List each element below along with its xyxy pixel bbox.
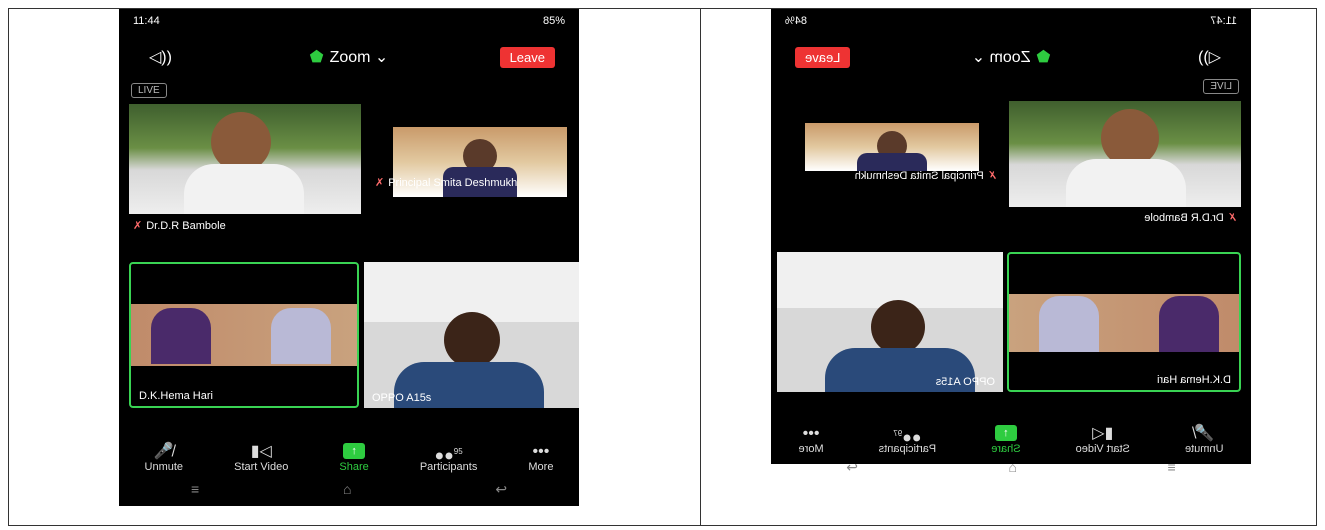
share-button[interactable]: ↑ Share: [991, 425, 1021, 455]
video-off-icon: ▮◁: [250, 443, 272, 460]
mic-muted-icon: ✗: [133, 220, 143, 232]
back-icon[interactable]: ↩: [495, 481, 507, 498]
mic-muted-icon: 🎤̸: [153, 443, 174, 460]
more-button[interactable]: ••• More: [528, 443, 553, 473]
chevron-down-icon: ⌄: [370, 49, 389, 66]
share-arrow-icon: ↑: [343, 443, 366, 459]
participants-icon: ●●95: [434, 447, 463, 465]
shield-icon: ⬟: [1036, 49, 1051, 66]
participant-name-oppo: OPPO A15s: [935, 376, 995, 388]
status-bar: 11:44 85%: [119, 13, 579, 31]
more-dots-icon: •••: [532, 443, 550, 460]
start-video-button[interactable]: ▮◁ Start Video: [234, 443, 288, 473]
leave-button[interactable]: Leave: [795, 47, 851, 68]
participant-name-hema: D.K.Hema Hari: [1157, 374, 1231, 386]
phone-screen-left: 11:44 85% ◁)) ⬟ Zoom ⌄ Leave LIVE ✗ Dr.D.R…: [119, 9, 579, 506]
unmute-button[interactable]: 🎤̸ Unmute: [1185, 425, 1224, 455]
participants-button[interactable]: ●●97 Participants: [879, 425, 936, 455]
meeting-toolbar: 🎤̸ Unmute ▮◁ Start Video ↑ Share ●●97 Partic…: [771, 425, 1251, 455]
video-off-icon: ▮◁: [1092, 425, 1114, 442]
video-tile-hema[interactable]: D.K.Hema Hari: [1007, 252, 1241, 392]
live-badge: LIVE: [131, 83, 167, 98]
participant-name-bambole: ✗Dr.D.R Bambole: [1144, 212, 1237, 224]
participants-icon: ●●97: [893, 429, 922, 447]
android-nav-bar: ≡ ⌂ ↩: [119, 481, 579, 498]
meeting-toolbar: 🎤̸ Unmute ▮◁ Start Video ↑ Share ●●95 Partic…: [119, 443, 579, 473]
video-tile-bambole[interactable]: [129, 104, 361, 214]
mic-muted-icon: ✗: [987, 170, 997, 182]
video-tile-hema[interactable]: D.K.Hema Hari: [129, 262, 359, 408]
right-screenshot-cell: 11:47 84% ◁)) ⬟Zoom ⌄ Leave LIVE ✗Dr.D.R…: [700, 8, 1317, 526]
shield-icon: ⬟: [309, 49, 324, 66]
status-time: 11:44: [133, 15, 160, 27]
live-badge: LIVE: [1203, 79, 1239, 94]
unmute-button[interactable]: 🎤̸ Unmute: [145, 443, 184, 473]
video-tile-bambole[interactable]: [1009, 101, 1241, 207]
android-nav-bar: ↩ ⌂ ≡: [771, 459, 1251, 476]
chevron-down-icon: ⌄: [971, 49, 990, 66]
mic-muted-icon: ✗: [375, 177, 385, 189]
status-time: 11:47: [1210, 15, 1237, 27]
participants-button[interactable]: ●●95 Participants: [420, 443, 477, 473]
participant-name-principal: ✗Principal Smita Deshmukh: [854, 170, 997, 182]
more-button[interactable]: ••• More: [799, 425, 824, 455]
home-icon[interactable]: ⌂: [343, 481, 351, 498]
share-arrow-icon: ↑: [994, 425, 1017, 441]
meeting-top-bar: ◁)) ⬟Zoom ⌄ Leave: [771, 43, 1251, 71]
video-tile-principal[interactable]: [805, 123, 979, 171]
menu-icon[interactable]: ≡: [191, 481, 199, 498]
status-bar: 11:47 84%: [771, 13, 1251, 31]
mic-muted-icon: 🎤̸: [1194, 425, 1215, 442]
status-battery: 85%: [542, 15, 565, 27]
video-tile-oppo[interactable]: OPPO A15s: [364, 262, 579, 408]
share-button[interactable]: ↑ Share: [339, 443, 369, 473]
video-tile-oppo[interactable]: OPPO A15s: [777, 252, 1003, 392]
start-video-button[interactable]: ▮◁ Start Video: [1076, 425, 1130, 455]
mic-muted-icon: ✗: [1227, 212, 1237, 224]
home-icon[interactable]: ⌂: [1009, 459, 1017, 476]
menu-icon[interactable]: ≡: [1168, 459, 1176, 476]
more-dots-icon: •••: [802, 425, 820, 442]
status-battery: 84%: [785, 15, 808, 27]
participant-name-bambole: ✗Dr.D.R Bambole: [133, 220, 226, 232]
leave-button[interactable]: Leave: [499, 47, 555, 68]
left-screenshot-cell: 11:44 85% ◁)) ⬟ Zoom ⌄ Leave LIVE ✗ Dr.D.R…: [8, 8, 701, 526]
phone-screen-right-mirrored: 11:47 84% ◁)) ⬟Zoom ⌄ Leave LIVE ✗Dr.D.R…: [771, 9, 1251, 464]
participant-name-principal: ✗Principal Smita Deshmukh: [375, 177, 518, 189]
meeting-top-bar: ◁)) ⬟Zoom ⌄ Leave: [119, 43, 579, 71]
participant-name-oppo: OPPO A15s: [372, 392, 432, 404]
back-icon[interactable]: ↩: [846, 459, 858, 476]
participant-name-hema: D.K.Hema Hari: [139, 390, 213, 402]
